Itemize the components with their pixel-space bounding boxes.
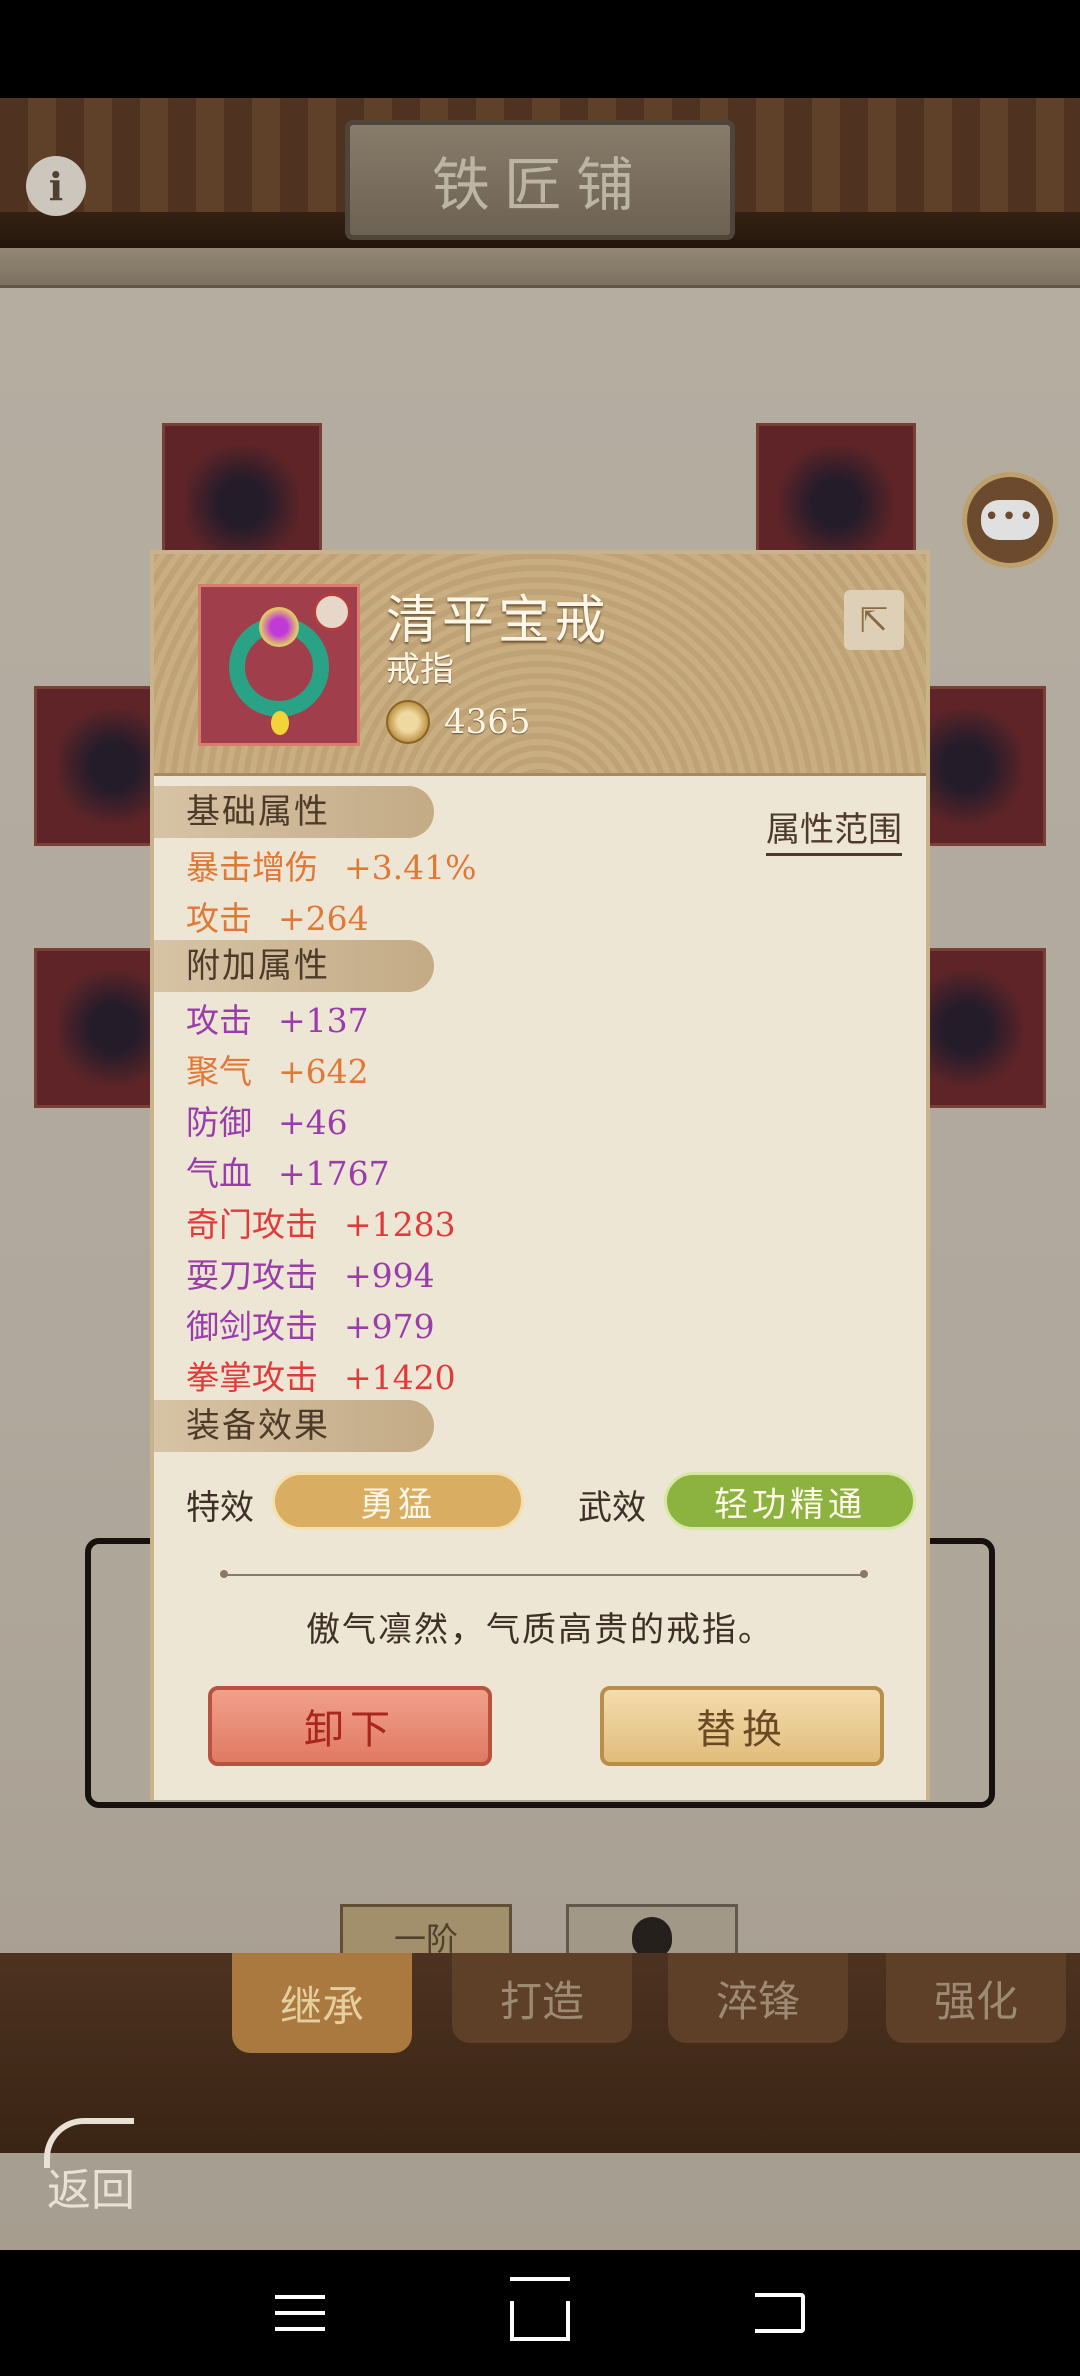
base-stat-row: 攻击 +264 xyxy=(186,899,369,938)
tab-temper[interactable]: 淬锋 xyxy=(668,1953,848,2043)
extra-stat-row: 御剑攻击 +979 xyxy=(186,1307,435,1346)
tab-enhance[interactable]: 强化 xyxy=(886,1953,1066,2043)
section-base-attr: 基础属性 xyxy=(154,786,434,838)
section-extra-attr: 附加属性 xyxy=(154,940,434,992)
extra-stat-row: 攻击 +137 xyxy=(186,1001,369,1040)
item-header: 清平宝戒 戒指 4365 ⇱ xyxy=(154,554,926,776)
quality-badge-icon xyxy=(313,593,351,631)
martial-effect-label: 武效 xyxy=(578,1488,646,1528)
jade-ring-icon xyxy=(198,584,360,746)
extra-stat-row: 防御 +46 xyxy=(186,1103,348,1142)
tab-forge[interactable]: 打造 xyxy=(452,1953,632,2043)
power-row: 4365 xyxy=(386,700,531,744)
back-nav-button[interactable] xyxy=(745,2278,815,2348)
divider xyxy=(224,1574,864,1576)
share-icon: ⇱ xyxy=(858,599,890,641)
attribute-range-link[interactable]: 属性范围 xyxy=(766,802,902,856)
section-effects: 装备效果 xyxy=(154,1400,434,1452)
special-effect-pill[interactable]: 勇猛 xyxy=(272,1472,524,1530)
combat-power-value: 4365 xyxy=(444,702,531,742)
status-bar xyxy=(0,0,1080,98)
extra-stat-row: 气血 +1767 xyxy=(186,1154,390,1193)
back-icon xyxy=(755,2293,805,2333)
share-button[interactable]: ⇱ xyxy=(844,590,904,650)
item-detail-modal: 清平宝戒 戒指 4365 ⇱ 基础属性 属性范围 暴击增伤 +3.41% 攻击 +2… xyxy=(150,550,930,1800)
extra-stat-row: 耍刀攻击 +994 xyxy=(186,1256,435,1295)
back-button[interactable]: 返回 xyxy=(26,2118,156,2218)
bottom-tab-bar: 继承 打造 淬锋 强化 xyxy=(0,1953,1080,2153)
menu-nav-button[interactable] xyxy=(265,2278,335,2348)
tab-inherit[interactable]: 继承 xyxy=(232,1953,412,2053)
menu-icon xyxy=(275,2295,325,2331)
extra-stat-row: 奇门攻击 +1283 xyxy=(186,1205,456,1244)
extra-stat-row: 聚气 +642 xyxy=(186,1052,369,1091)
item-type: 戒指 xyxy=(386,650,454,690)
divider-dot xyxy=(860,1570,868,1578)
unequip-button[interactable]: 卸下 xyxy=(208,1686,492,1766)
home-nav-button[interactable] xyxy=(505,2278,575,2348)
special-effect-label: 特效 xyxy=(186,1488,254,1528)
base-stat-row: 暴击增伤 +3.41% xyxy=(186,848,477,887)
combat-power-icon xyxy=(386,700,430,744)
home-icon xyxy=(510,2301,570,2341)
flavor-text: 傲气凛然，气质高贵的戒指。 xyxy=(306,1610,774,1650)
back-arrow-icon xyxy=(44,2118,134,2168)
extra-stat-row: 拳掌攻击 +1420 xyxy=(186,1358,456,1397)
system-nav-bar xyxy=(0,2250,1080,2376)
martial-effect-pill[interactable]: 轻功精通 xyxy=(664,1472,916,1530)
replace-button[interactable]: 替换 xyxy=(600,1686,884,1766)
